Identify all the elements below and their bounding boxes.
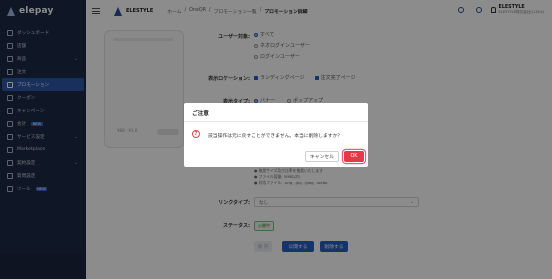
dialog-divider xyxy=(184,121,368,122)
cancel-button[interactable]: キャンセル xyxy=(305,151,339,162)
dialog-title: ご注意 xyxy=(192,111,209,117)
dialog-message: 該当操作は元に戻すことができません。本当に削除しますか？ xyxy=(208,134,343,139)
confirm-dialog: ご注意 ? 該当操作は元に戻すことができません。本当に削除しますか？ キャンセル… xyxy=(184,103,368,167)
warning-question-icon: ? xyxy=(192,130,200,138)
ok-button[interactable]: OK xyxy=(344,151,364,162)
